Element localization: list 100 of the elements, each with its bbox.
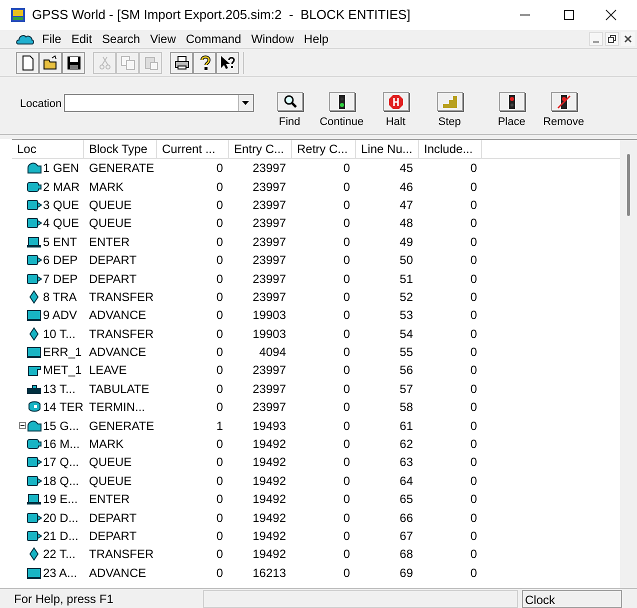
printer-icon[interactable] — [170, 52, 193, 74]
table-cell-text: 67 — [400, 528, 413, 545]
table-cell-text: 19903 — [252, 326, 286, 343]
question-mark-icon[interactable] — [193, 52, 216, 74]
enter-block-icon — [26, 492, 42, 506]
stop-sign-icon — [388, 94, 404, 110]
table-cell-text: 18 Q... — [43, 472, 80, 490]
table-cell-text: 21 D... — [43, 528, 78, 545]
table-cell-text: 0 — [343, 491, 350, 508]
save-icon[interactable] — [62, 52, 85, 74]
queue-block-icon — [26, 510, 42, 525]
table-cell-text: 0 — [343, 270, 350, 288]
menu-item[interactable]: View — [146, 30, 180, 48]
table-cell-text: TRANSFER — [89, 326, 154, 343]
cloud-icon — [16, 32, 34, 46]
mdi-restore-icon[interactable] — [605, 32, 619, 46]
column-header[interactable]: Entry C... — [229, 140, 292, 159]
table-cell-text: 45 — [400, 160, 413, 178]
table-cell-text: QUEUE — [89, 472, 132, 490]
table-cell-text: 0 — [343, 564, 350, 582]
table-cell-text: 69 — [400, 564, 413, 582]
table-cell-text: 3 QUE — [43, 196, 80, 214]
table-cell-text: QUEUE — [89, 196, 132, 214]
table-cell-text: 23997 — [252, 270, 286, 288]
place-button[interactable] — [498, 92, 525, 111]
table-cell-text: 14 TER — [43, 399, 84, 416]
table-cell-text: 49 — [400, 234, 413, 251]
table-cell-text: 0 — [216, 472, 223, 490]
table-cell-text: 0 — [470, 380, 477, 398]
table-cell-text: 47 — [400, 196, 413, 214]
mdi-close-icon[interactable] — [621, 32, 635, 46]
close-icon[interactable] — [605, 9, 617, 21]
column-header[interactable]: Include... — [419, 140, 482, 159]
generate-block-icon — [26, 418, 42, 433]
collapse-icon[interactable] — [19, 422, 26, 430]
table-cell-text: 0 — [343, 196, 350, 214]
column-header[interactable]: Loc — [12, 140, 84, 159]
table-cell-text: 0 — [470, 564, 477, 582]
table-cell-text: 0 — [216, 307, 223, 324]
table-cell-text: TRANSFER — [89, 546, 154, 564]
menu-item[interactable]: Search — [98, 30, 144, 48]
new-file-icon[interactable] — [16, 52, 39, 74]
table-cell-text: 68 — [400, 546, 413, 564]
command-label: Place — [498, 115, 526, 130]
table-cell-text: 23997 — [252, 196, 286, 214]
column-header[interactable]: Current ... — [157, 140, 229, 159]
scrollbar-thumb[interactable] — [627, 154, 630, 216]
table-cell-text: 10 T... — [43, 326, 76, 343]
location-label: Location — [20, 97, 62, 112]
mdi-minimize-icon[interactable] — [589, 32, 603, 46]
table-cell-text: 0 — [470, 178, 477, 196]
halt-button[interactable] — [382, 92, 409, 111]
table-cell-text: 0 — [216, 436, 223, 454]
column-header[interactable]: Retry C... — [292, 140, 356, 159]
table-cell-text: 23997 — [252, 178, 286, 196]
table-cell-text: 6 DEP — [43, 252, 78, 270]
maximize-icon[interactable] — [563, 9, 575, 21]
folder-icon[interactable] — [39, 52, 62, 74]
table-cell-text: 0 — [343, 380, 350, 398]
table-cell-text: 8 TRA — [43, 288, 77, 306]
column-header[interactable]: Line Nu... — [356, 140, 419, 159]
table-cell-text: 2 MAR — [43, 178, 80, 196]
find-button[interactable] — [276, 92, 303, 111]
table-cell-text: 4094 — [259, 344, 286, 362]
menu-item[interactable]: Command — [182, 30, 246, 48]
table-cell-text: 57 — [400, 380, 413, 398]
table-cell-text: 0 — [470, 546, 477, 564]
table-cell-text: 0 — [470, 399, 477, 416]
table-cell-text: DEPART — [89, 270, 137, 288]
vertical-scrollbar[interactable] — [620, 140, 637, 588]
table-cell-text: TRANSFER — [89, 288, 154, 306]
table-cell-text: 0 — [343, 234, 350, 251]
continue-button[interactable] — [328, 92, 355, 111]
pointer-help-icon[interactable] — [216, 52, 239, 74]
table-cell-text: 23997 — [252, 160, 286, 178]
menu-item[interactable]: File — [38, 30, 66, 48]
menu-item[interactable]: Edit — [67, 30, 96, 48]
menu-item[interactable]: Window — [247, 30, 298, 48]
table-cell-text: 0 — [216, 288, 223, 306]
table-cell-text: 0 — [343, 288, 350, 306]
queue-block-icon — [26, 253, 42, 268]
table-cell-text: ENTER — [89, 234, 130, 251]
column-header[interactable]: Block Type — [84, 140, 157, 159]
table-cell-text: 4 QUE — [43, 215, 80, 232]
queue-block-icon — [26, 474, 42, 488]
table-cell-text: 0 — [343, 436, 350, 454]
table-cell-text: 0 — [470, 307, 477, 324]
table-cell-text: 15 G... — [43, 418, 80, 435]
table-cell-text: 0 — [343, 215, 350, 232]
table-cell-text: 0 — [216, 326, 223, 343]
table-cell-text: 0 — [343, 178, 350, 196]
table-cell-text: 19 E... — [43, 491, 78, 508]
enter-block-icon — [26, 234, 42, 249]
table-cell-text: 0 — [470, 270, 477, 288]
table-cell-text: 0 — [216, 362, 223, 380]
remove-button[interactable] — [550, 92, 577, 111]
table-cell-text: 48 — [400, 215, 413, 232]
menu-item[interactable]: Help — [300, 30, 333, 48]
table-cell-text: 1 GEN — [43, 160, 80, 178]
dropdown-icon[interactable] — [238, 95, 253, 111]
